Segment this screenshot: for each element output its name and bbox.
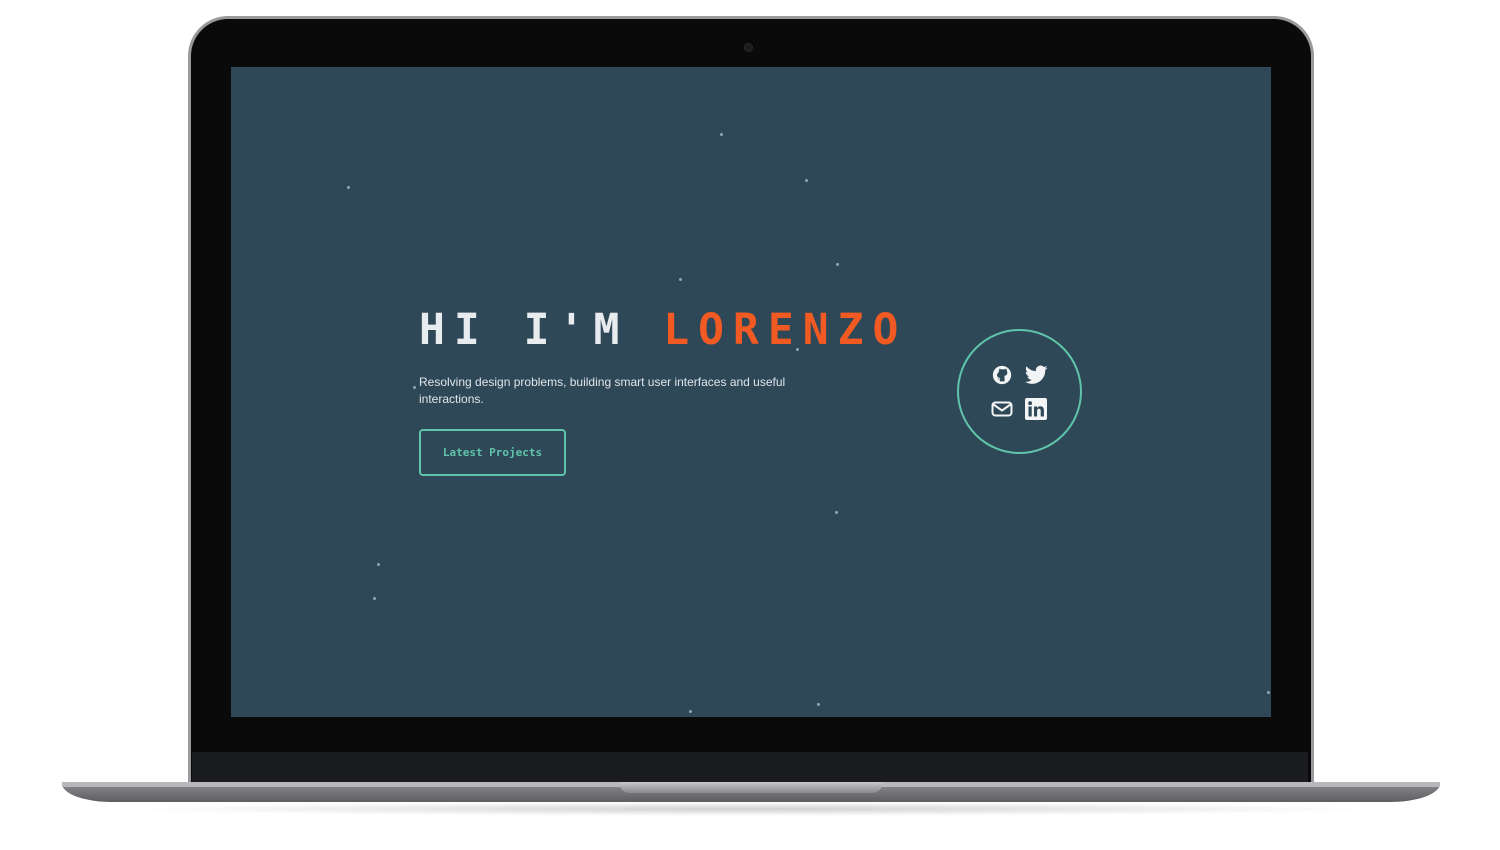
mail-icon[interactable] bbox=[990, 397, 1014, 421]
linkedin-icon[interactable] bbox=[1024, 397, 1048, 421]
laptop-mockup: HI I'M LORENZO Resolving design problems… bbox=[0, 0, 1500, 850]
star-particle bbox=[805, 179, 808, 182]
laptop-notch bbox=[619, 782, 883, 793]
github-icon[interactable] bbox=[990, 363, 1014, 387]
hero-greeting: HI I'M bbox=[419, 305, 664, 355]
star-particle bbox=[817, 703, 820, 706]
star-particle bbox=[347, 186, 350, 189]
laptop-chin bbox=[192, 752, 1308, 784]
star-particle bbox=[720, 133, 723, 136]
star-particle bbox=[1267, 691, 1270, 694]
hero-title: HI I'M LORENZO bbox=[419, 305, 907, 355]
hero-name: LORENZO bbox=[663, 305, 908, 355]
star-particle bbox=[836, 263, 839, 266]
social-links-circle bbox=[957, 329, 1082, 454]
star-particle bbox=[835, 511, 838, 514]
star-particle bbox=[373, 597, 376, 600]
webcam bbox=[744, 43, 753, 52]
star-particle bbox=[679, 278, 682, 281]
star-particle bbox=[377, 563, 380, 566]
hero-subtitle: Resolving design problems, building smar… bbox=[419, 375, 786, 406]
star-particle bbox=[413, 386, 416, 389]
latest-projects-button[interactable]: Latest Projects bbox=[419, 429, 566, 476]
laptop-shadow bbox=[120, 802, 1382, 816]
star-particle bbox=[689, 710, 692, 713]
website-screen: HI I'M LORENZO Resolving design problems… bbox=[231, 67, 1271, 717]
twitter-icon[interactable] bbox=[1024, 363, 1048, 387]
